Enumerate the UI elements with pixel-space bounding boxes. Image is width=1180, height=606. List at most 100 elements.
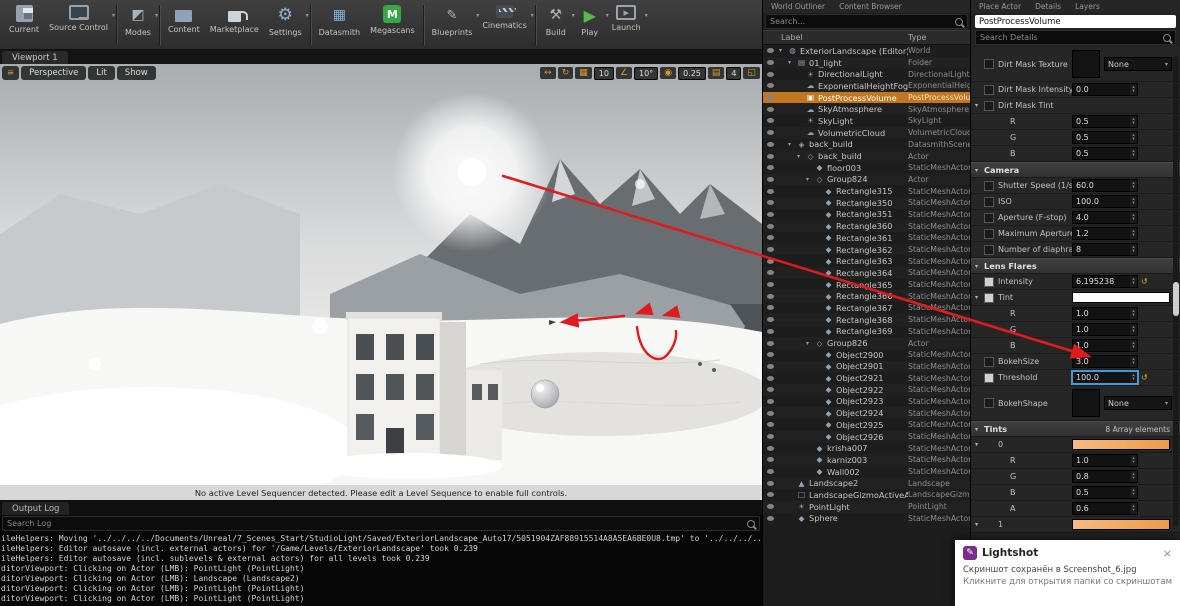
viewport-control-icon-4[interactable]: ∠ xyxy=(615,67,633,79)
eye-icon[interactable] xyxy=(763,376,777,381)
eye-icon[interactable] xyxy=(763,247,777,252)
eye-icon[interactable] xyxy=(763,446,777,451)
tab-world-outliner[interactable]: World Outliner xyxy=(771,2,825,11)
none-dropdown[interactable]: None xyxy=(1104,396,1172,410)
outliner-row-object2900[interactable]: ◆ Object2900 StaticMeshActor xyxy=(763,349,970,361)
outliner-row-rectangle315[interactable]: ◆ Rectangle315 StaticMeshActor xyxy=(763,185,970,197)
eye-icon[interactable] xyxy=(763,142,777,147)
color-swatch[interactable] xyxy=(1072,519,1170,530)
chevron-down-icon[interactable]: ▾ xyxy=(806,176,814,183)
spinner[interactable] xyxy=(1130,148,1137,159)
eye-icon[interactable] xyxy=(763,469,777,474)
eye-icon[interactable] xyxy=(763,107,777,112)
log-search-input[interactable]: Search Log xyxy=(2,516,760,531)
outliner-row-skylight[interactable]: ☀ SkyLight SkyLight xyxy=(763,115,970,127)
chevron-down-icon[interactable]: ▾ xyxy=(975,294,984,301)
spinner[interactable] xyxy=(1130,471,1137,482)
outliner-row-landscapegizmoactiveactor[interactable]: □LandscapeGizmoActiveActorLandscapeGizmo xyxy=(763,489,970,501)
spinner[interactable] xyxy=(1130,340,1137,351)
viewport-lit-button[interactable]: Lit xyxy=(88,66,115,80)
eye-icon[interactable] xyxy=(763,165,777,170)
toolbar-play-button[interactable]: ▶ ▾ Play xyxy=(573,4,608,38)
eye-icon[interactable] xyxy=(763,516,777,521)
spinner[interactable] xyxy=(1130,276,1137,287)
tab-content-browser[interactable]: Content Browser xyxy=(839,2,902,11)
outliner-row-rectangle361[interactable]: ◆ Rectangle361 StaticMeshActor xyxy=(763,232,970,244)
eye-icon[interactable] xyxy=(763,235,777,240)
outliner-row-rectangle350[interactable]: ◆ Rectangle350 StaticMeshActor xyxy=(763,196,970,209)
property-checkbox[interactable] xyxy=(984,196,994,207)
eye-icon[interactable] xyxy=(763,305,777,310)
eye-icon[interactable] xyxy=(763,492,777,497)
eye-icon[interactable] xyxy=(763,154,777,159)
outliner-row-floor003[interactable]: ◆ floor003 StaticMeshActor xyxy=(763,162,970,174)
chevron-down-icon[interactable]: ▾ xyxy=(975,521,984,528)
outliner-search-input[interactable]: Search... xyxy=(765,14,968,29)
spinner[interactable] xyxy=(1130,212,1137,223)
shutter-speed-1-s-value-field[interactable]: 60.0 xyxy=(1072,179,1138,192)
outliner-row-exponentialheightfog[interactable]: ☁ExponentialHeightFogExponentialHeightFo… xyxy=(763,80,970,92)
outliner-row-sphere[interactable]: ◆ Sphere StaticMeshActor xyxy=(763,513,970,525)
property-checkbox[interactable] xyxy=(984,398,994,408)
output-log-tab[interactable]: Output Log xyxy=(2,502,70,515)
spinner[interactable] xyxy=(1130,84,1137,95)
eye-icon[interactable] xyxy=(763,130,777,135)
lightshot-notification[interactable]: ✎ Lightshot × Скриншот сохранён в Screen… xyxy=(955,540,1180,606)
dirt-mask-intensity-value-field[interactable]: 0.0 xyxy=(1072,83,1138,96)
eye-icon[interactable] xyxy=(763,481,777,486)
revert-arrow-icon[interactable]: ↺ xyxy=(1141,373,1148,382)
viewport-perspective-button[interactable]: Perspective xyxy=(21,66,87,80)
chevron-down-icon[interactable]: ▾ xyxy=(797,153,805,160)
toolbar-megascans-button[interactable]: M Megascans xyxy=(365,4,420,36)
viewport-control-icon-1[interactable]: ↻ xyxy=(557,67,574,79)
viewport[interactable]: ≡ Perspective Lit Show ↔ ↻ ▦ 10 ∠ 10° ◉ 0.25 ▤ 4 ◱ No… xyxy=(0,64,762,500)
outliner-row-object2922[interactable]: ◆ Object2922 StaticMeshActor xyxy=(763,383,970,396)
property-checkbox[interactable] xyxy=(984,356,994,367)
viewport-tab[interactable]: Viewport 1 xyxy=(2,51,68,64)
outliner-row-pointlight[interactable]: ☀ PointLight PointLight xyxy=(763,500,970,513)
log-lines[interactable]: ileHelpers: Moving '../../../../Document… xyxy=(0,532,762,606)
outliner-row-object2921[interactable]: ◆ Object2921 StaticMeshActor xyxy=(763,372,970,384)
number-of-diaphrag-value-field[interactable]: 8 xyxy=(1072,243,1138,256)
outliner-row-karniz003[interactable]: ◆ karniz003 StaticMeshActor xyxy=(763,454,970,466)
eye-icon[interactable] xyxy=(763,387,777,392)
outliner-row-rectangle362[interactable]: ◆ Rectangle362 StaticMeshActor xyxy=(763,243,970,256)
maximum-aperture-value-field[interactable]: 1.2 xyxy=(1072,227,1138,240)
g-value-field[interactable]: 0.8 xyxy=(1072,470,1138,483)
none-dropdown[interactable]: None xyxy=(1104,57,1172,71)
chevron-down-icon[interactable]: ▾ xyxy=(975,102,984,109)
details-section-lens-flares[interactable]: ▾ Lens Flares xyxy=(971,258,1180,274)
toolbar-blueprints-button[interactable]: ✎ ▾ Blueprints xyxy=(427,4,480,38)
outliner-row-object2923[interactable]: ◆ Object2923 StaticMeshActor xyxy=(763,396,970,408)
outliner-row-landscape2[interactable]: ▲ Landscape2 Landscape xyxy=(763,477,970,490)
outliner-row-rectangle367[interactable]: ◆ Rectangle367 StaticMeshActor xyxy=(763,302,970,314)
chevron-down-icon[interactable]: ▾ xyxy=(779,47,787,54)
chevron-down-icon[interactable]: ▾ xyxy=(806,340,814,347)
outliner-row-skyatmosphere[interactable]: ☁ SkyAtmosphere SkyAtmosphere xyxy=(763,103,970,116)
bokehsize-value-field[interactable]: 3.0 xyxy=(1072,355,1138,368)
outliner-row-back-build[interactable]: ▾ ◇ back_build Actor xyxy=(763,150,970,162)
toolbar-current-button[interactable]: Current xyxy=(4,4,44,35)
toolbar-modes-button[interactable]: ◩ ▾ Modes xyxy=(120,4,158,38)
details-section-camera[interactable]: ▾ Camera xyxy=(971,162,1180,178)
details-section-tints[interactable]: ▾ Tints 8 Array elements xyxy=(971,421,1180,437)
eye-icon[interactable] xyxy=(763,457,777,462)
chevron-down-icon[interactable]: ▾ xyxy=(788,141,796,148)
spinner[interactable] xyxy=(1130,487,1137,498)
outliner-row-group826[interactable]: ▾ ◇ Group826 Actor xyxy=(763,337,970,349)
chevron-down-icon[interactable]: ▾ xyxy=(975,441,984,448)
outliner-row-01-light[interactable]: ▾ ▤ 01_light Folder xyxy=(763,56,970,69)
eye-icon[interactable] xyxy=(763,364,777,369)
toolbar-settings-button[interactable]: ⚙ ▾ Settings xyxy=(264,4,309,38)
toolbar-content-button[interactable]: Content xyxy=(163,4,205,35)
spinner[interactable] xyxy=(1130,324,1137,335)
eye-icon[interactable] xyxy=(763,224,777,229)
eye-icon[interactable] xyxy=(763,48,777,53)
asset-thumbnail[interactable] xyxy=(1072,50,1100,78)
actor-name-field[interactable]: PostProcessVolume xyxy=(975,15,1176,28)
eye-icon[interactable] xyxy=(763,200,777,205)
viewport-value-5[interactable]: 10° xyxy=(634,66,659,80)
property-checkbox[interactable] xyxy=(984,372,994,383)
eye-icon[interactable] xyxy=(763,317,777,322)
spinner[interactable] xyxy=(1130,503,1137,514)
